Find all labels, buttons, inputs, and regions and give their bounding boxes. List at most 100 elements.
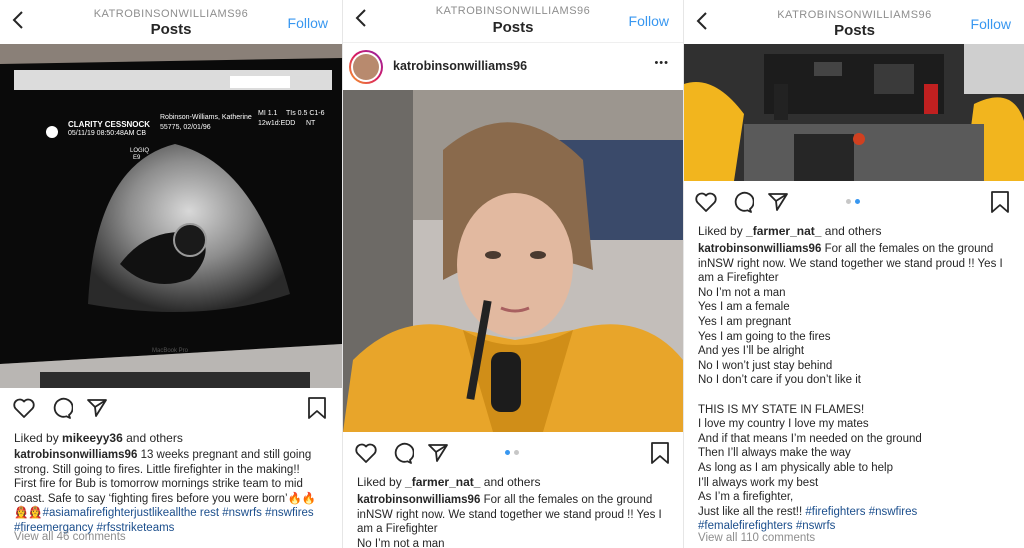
action-bar: [0, 396, 342, 424]
ultrasound-edd: 12w1d:EDD: [258, 120, 296, 127]
caption-line: coast. Safe to say ‘fighting fires befor…: [14, 492, 317, 505]
post-author-username[interactable]: katrobinsonwilliams96: [393, 59, 527, 73]
bookmark-icon: [651, 442, 669, 464]
caption-line: Just like all the rest!! #firefighters #…: [698, 505, 1015, 520]
like-button[interactable]: [12, 396, 38, 422]
share-button[interactable]: [426, 441, 452, 467]
caption-line: Yes I am a female: [698, 301, 790, 314]
ultrasound-laptop-image: [0, 44, 342, 388]
carousel-dot: [846, 199, 851, 204]
header: KATROBINSONWILLIAMS96 Posts Follow: [684, 0, 1024, 44]
comment-button[interactable]: [49, 396, 75, 422]
caption-line: As I’m a firefighter,: [698, 491, 794, 504]
post-author-bar: katrobinsonwilliams96 •••: [343, 42, 683, 91]
likes-summary: Liked by mikeeyy36 and others: [14, 431, 183, 445]
more-options-button[interactable]: •••: [654, 57, 669, 69]
bookmark-icon: [991, 191, 1009, 213]
caption-line: And if that means I’m needed on the grou…: [698, 432, 922, 445]
header: KATROBINSONWILLIAMS96 Posts Follow: [343, 0, 683, 40]
action-bar: [343, 441, 683, 469]
send-icon: [87, 399, 107, 417]
hashtag-link[interactable]: #femalefirefighters: [698, 520, 793, 532]
ultrasound-tis: TIs 0.5 C1-6: [286, 110, 325, 117]
ultrasound-e9: E9: [133, 155, 141, 161]
avatar[interactable]: [349, 50, 383, 84]
hashtag-link[interactable]: #nswfires: [265, 507, 314, 519]
carousel-dot: [514, 450, 519, 455]
carousel-dot-active: [505, 450, 510, 455]
save-button[interactable]: [306, 396, 332, 422]
comment-button[interactable]: [730, 190, 756, 216]
comment-button[interactable]: [390, 441, 416, 467]
laptop-brand-label: MacBook Pro: [152, 348, 189, 354]
liked-by-others[interactable]: and others: [126, 431, 183, 445]
save-button[interactable]: [649, 441, 675, 467]
caption-line: No I don’t care if you don’t like it: [698, 374, 861, 387]
share-button[interactable]: [85, 396, 111, 422]
action-bar: [684, 190, 1024, 218]
follow-button[interactable]: Follow: [629, 13, 669, 29]
post-photo-ultrasound[interactable]: CLARITY CESSNOCK 05/11/19 08:50:48AM CB …: [0, 44, 342, 388]
liked-by-text: Liked by: [698, 224, 743, 238]
ultrasound-mi: MI 1.1: [258, 110, 278, 117]
caption-line: No I’m not a man: [698, 286, 786, 299]
ultrasound-datetime: 05/11/19 08:50:48AM CB: [68, 130, 147, 137]
ultrasound-nt: NT: [306, 120, 316, 127]
post-caption: katrobinsonwilliams96 For all the female…: [698, 242, 1015, 534]
save-button[interactable]: [989, 190, 1015, 216]
comment-icon: [394, 442, 415, 464]
heart-icon: [13, 398, 35, 418]
like-button[interactable]: [694, 190, 720, 216]
caption-line: Yes I am going to the fires: [698, 330, 831, 343]
caption-line: First fire for Bub is tomorrow mornings …: [14, 478, 303, 491]
header: KATROBINSONWILLIAMS96 Posts Follow: [0, 0, 342, 44]
caption-line: katrobinsonwilliams96 13 weeks pregnant …: [14, 448, 332, 463]
post-panel-2: KATROBINSONWILLIAMS96 Posts Follow katro…: [342, 0, 683, 548]
follow-button[interactable]: Follow: [971, 16, 1011, 32]
caption-username[interactable]: katrobinsonwilliams96: [14, 449, 137, 461]
caption-line: am a Firefighter: [357, 523, 438, 536]
view-all-comments-link[interactable]: View all 46 comments: [14, 531, 126, 543]
liked-by-user[interactable]: _farmer_nat_: [746, 224, 821, 238]
liked-by-user[interactable]: mikeeyy36: [62, 431, 123, 445]
heart-icon: [695, 192, 717, 212]
caption-username[interactable]: katrobinsonwilliams96: [357, 494, 480, 506]
truck-dashboard-image: [684, 44, 1024, 181]
post-panel-3: KATROBINSONWILLIAMS96 Posts Follow Liked…: [683, 0, 1024, 548]
hashtag-link[interactable]: #nswrfs: [796, 520, 836, 532]
hashtag-link[interactable]: #nswfires: [869, 506, 918, 518]
post-photo-truck-cab[interactable]: [684, 44, 1024, 181]
hashtag-link[interactable]: #firefighters: [805, 506, 865, 518]
ultrasound-patient-id: 55775, 02/01/96: [160, 124, 211, 131]
caption-line: Yes I am pregnant: [698, 315, 791, 328]
carousel-dot-active: [855, 199, 860, 204]
ultrasound-patient: Robinson-Williams, Katherine: [160, 114, 252, 121]
liked-by-user[interactable]: _farmer_nat_: [405, 475, 480, 489]
caption-line: Then I’ll always make the way: [698, 447, 851, 460]
caption-line: am a Firefighter: [698, 272, 779, 285]
caption-line: No I’m not a man: [357, 537, 445, 548]
view-all-comments-link[interactable]: View all 110 comments: [698, 532, 815, 544]
heart-icon: [355, 443, 377, 463]
caption-text: 13 weeks pregnant and still going: [140, 449, 312, 461]
likes-summary: Liked by _farmer_nat_ and others: [357, 475, 540, 489]
comment-icon: [734, 191, 755, 213]
follow-button[interactable]: Follow: [288, 15, 328, 31]
hashtag-link[interactable]: #nswrfs: [222, 507, 262, 519]
caption-text: For all the females on the ground: [824, 243, 994, 255]
caption-username[interactable]: katrobinsonwilliams96: [698, 243, 821, 255]
comment-icon: [53, 397, 74, 419]
post-photo-selfie[interactable]: [343, 90, 683, 432]
share-button[interactable]: [766, 190, 792, 216]
caption-line: katrobinsonwilliams96 For all the female…: [357, 493, 673, 508]
ultrasound-clinic-label: CLARITY CESSNOCK: [68, 120, 151, 129]
liked-by-others[interactable]: and others: [484, 475, 541, 489]
liked-by-others[interactable]: and others: [825, 224, 882, 238]
like-button[interactable]: [354, 441, 380, 467]
caption-line: inNSW right now. We stand together we st…: [698, 257, 1003, 270]
firefighter-selfie-image: [343, 90, 683, 432]
carousel-indicator: [505, 450, 519, 455]
liked-by-text: Liked by: [14, 431, 59, 445]
hashtag-link[interactable]: #asiamafirefighterjustlikeallthe rest: [43, 507, 219, 519]
bookmark-icon: [308, 397, 326, 419]
